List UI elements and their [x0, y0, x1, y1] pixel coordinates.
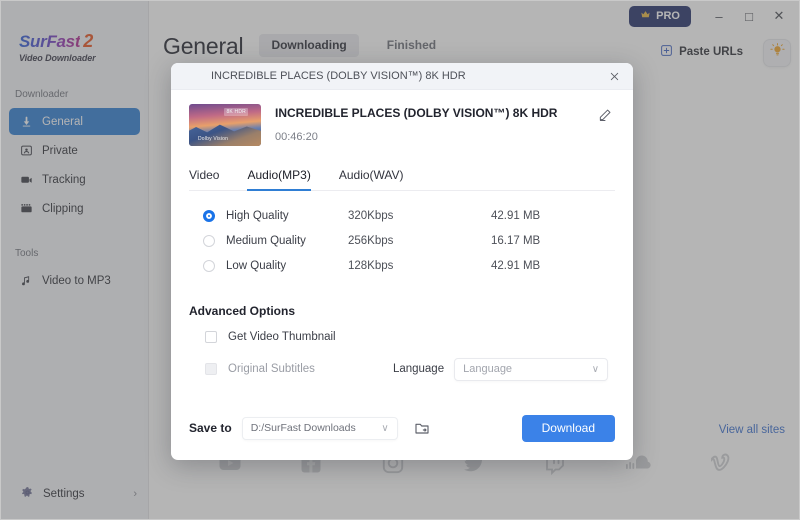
- quality-list: High Quality 320Kbps 42.91 MB Medium Qua…: [189, 203, 615, 278]
- language-label: Language: [393, 363, 444, 375]
- chevron-down-icon: ∨: [381, 423, 388, 434]
- quality-size: 42.91 MB: [491, 260, 540, 272]
- quality-option-high[interactable]: High Quality 320Kbps 42.91 MB: [189, 203, 615, 228]
- format-tabs: Video Audio(MP3) Audio(WAV): [189, 168, 615, 191]
- dialog-footer: Save to D:/SurFast Downloads ∨ Download: [171, 396, 633, 460]
- save-to-label: Save to: [189, 421, 232, 435]
- dialog-body: 8K HDR Dolby Vision INCREDIBLE PLACES (D…: [171, 90, 633, 382]
- quality-label: Medium Quality: [226, 235, 348, 247]
- quality-label: Low Quality: [226, 260, 348, 272]
- quality-option-medium[interactable]: Medium Quality 256Kbps 16.17 MB: [189, 228, 615, 253]
- thumbnail-badge-top: 8K HDR: [224, 108, 248, 116]
- radio-icon: [203, 260, 215, 272]
- quality-bitrate: 256Kbps: [348, 235, 491, 247]
- language-select[interactable]: Language ∨: [454, 358, 608, 381]
- folder-icon[interactable]: [411, 417, 433, 439]
- video-duration: 00:46:20: [275, 131, 581, 143]
- quality-bitrate: 320Kbps: [348, 210, 491, 222]
- dialog-title: INCREDIBLE PLACES (DOLBY VISION™) 8K HDR: [211, 70, 605, 82]
- save-path-select[interactable]: D:/SurFast Downloads ∨: [242, 417, 398, 440]
- quality-size: 16.17 MB: [491, 235, 540, 247]
- video-meta: INCREDIBLE PLACES (DOLBY VISION™) 8K HDR…: [275, 104, 581, 143]
- pencil-icon[interactable]: [595, 104, 615, 124]
- tab-audio-wav[interactable]: Audio(WAV): [339, 168, 404, 191]
- language-value: Language: [463, 363, 512, 375]
- option-label: Get Video Thumbnail: [228, 331, 336, 343]
- quality-size: 42.91 MB: [491, 210, 540, 222]
- option-original-subtitles[interactable]: Original Subtitles Language Language ∨: [189, 356, 615, 382]
- checkbox-icon: [205, 363, 217, 375]
- option-get-video-thumbnail[interactable]: Get Video Thumbnail: [189, 324, 615, 350]
- advanced-options-title: Advanced Options: [189, 304, 615, 318]
- quality-option-low[interactable]: Low Quality 128Kbps 42.91 MB: [189, 253, 615, 278]
- quality-label: High Quality: [226, 210, 348, 222]
- option-label: Original Subtitles: [228, 363, 315, 375]
- video-thumbnail: 8K HDR Dolby Vision: [189, 104, 261, 146]
- tab-audio-mp3[interactable]: Audio(MP3): [247, 168, 310, 191]
- checkbox-icon: [205, 331, 217, 343]
- download-settings-dialog: INCREDIBLE PLACES (DOLBY VISION™) 8K HDR…: [171, 63, 633, 460]
- app-window: SurFast2 Video Downloader Downloader Gen…: [0, 0, 800, 520]
- video-info-row: 8K HDR Dolby Vision INCREDIBLE PLACES (D…: [189, 104, 615, 146]
- radio-icon: [203, 235, 215, 247]
- close-icon[interactable]: [605, 67, 623, 85]
- tab-video[interactable]: Video: [189, 168, 219, 191]
- quality-bitrate: 128Kbps: [348, 260, 491, 272]
- chevron-down-icon: ∨: [592, 364, 599, 375]
- video-title: INCREDIBLE PLACES (DOLBY VISION™) 8K HDR: [275, 106, 581, 120]
- dialog-header: INCREDIBLE PLACES (DOLBY VISION™) 8K HDR: [171, 63, 633, 90]
- download-button[interactable]: Download: [522, 415, 615, 442]
- save-path-value: D:/SurFast Downloads: [251, 422, 356, 434]
- thumbnail-badge-bottom: Dolby Vision: [198, 136, 228, 142]
- radio-icon: [203, 210, 215, 222]
